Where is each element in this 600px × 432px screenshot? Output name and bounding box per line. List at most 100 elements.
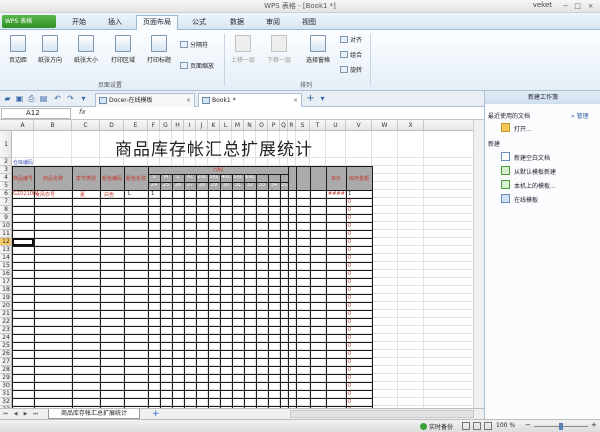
row-header-30[interactable]: 30 bbox=[0, 382, 11, 390]
zoom-in-icon[interactable]: + bbox=[591, 421, 597, 429]
page-break-view-icon[interactable] bbox=[484, 422, 492, 430]
column-header-c[interactable]: C bbox=[72, 120, 100, 130]
column-header-k[interactable]: K bbox=[208, 120, 220, 130]
column-header-t[interactable]: T bbox=[310, 120, 326, 130]
row-header-11[interactable]: 11 bbox=[0, 230, 11, 238]
row-header-31[interactable]: 31 bbox=[0, 390, 11, 398]
column-header-s[interactable]: S bbox=[296, 120, 310, 130]
paper-size-button[interactable]: 纸张大小 bbox=[70, 35, 102, 64]
print-area-button[interactable]: 打印区域 bbox=[107, 35, 139, 64]
save-icon[interactable]: ▣ bbox=[15, 94, 24, 103]
send-backward-button[interactable]: 下移一层 bbox=[264, 35, 294, 64]
column-header-g[interactable]: G bbox=[160, 120, 172, 130]
first-sheet-icon[interactable]: ⏮ bbox=[2, 411, 9, 418]
zoom-slider-thumb[interactable] bbox=[559, 423, 563, 430]
new-from-default-link[interactable]: 从默认模板新建 bbox=[514, 167, 556, 176]
menu-home[interactable]: 开始 bbox=[64, 16, 94, 30]
zoom-level[interactable]: 100 % bbox=[496, 422, 515, 429]
selected-cell-a12[interactable] bbox=[12, 238, 34, 246]
row-header-3[interactable]: 3 bbox=[0, 166, 11, 174]
menu-formulas[interactable]: 公式 bbox=[184, 16, 214, 30]
column-header-b[interactable]: B bbox=[34, 120, 72, 130]
column-header-u[interactable]: U bbox=[326, 120, 346, 130]
row-header-18[interactable]: 18 bbox=[0, 286, 11, 294]
row-header-16[interactable]: 16 bbox=[0, 270, 11, 278]
add-sheet-button[interactable]: + bbox=[152, 409, 160, 419]
column-header-w[interactable]: W bbox=[372, 120, 398, 130]
last-sheet-icon[interactable]: ⏭ bbox=[32, 411, 39, 418]
column-header-v[interactable]: V bbox=[346, 120, 372, 130]
close-window-button[interactable]: × bbox=[586, 2, 595, 10]
row-header-5[interactable]: 5 bbox=[0, 182, 11, 190]
row-header-32[interactable]: 32 bbox=[0, 398, 11, 406]
column-header-q[interactable]: Q bbox=[280, 120, 288, 130]
wps-app-button[interactable]: WPS 表格 bbox=[2, 15, 56, 28]
row-header-7[interactable]: 7 bbox=[0, 198, 11, 206]
vertical-scrollbar[interactable] bbox=[473, 120, 484, 408]
horizontal-scrollbar[interactable] bbox=[290, 410, 474, 418]
row-header-17[interactable]: 17 bbox=[0, 278, 11, 286]
menu-page-layout[interactable]: 页面布局 bbox=[136, 15, 178, 31]
column-header-l[interactable]: L bbox=[220, 120, 232, 130]
backup-label[interactable]: 实时备份 bbox=[429, 422, 453, 431]
column-header-n[interactable]: N bbox=[244, 120, 256, 130]
row-header-27[interactable]: 27 bbox=[0, 358, 11, 366]
row-header-25[interactable]: 25 bbox=[0, 342, 11, 350]
row-header-9[interactable]: 9 bbox=[0, 214, 11, 222]
next-sheet-icon[interactable]: ▶ bbox=[22, 411, 29, 418]
minimize-button[interactable]: − bbox=[561, 2, 570, 10]
maximize-button[interactable]: □ bbox=[573, 2, 582, 10]
row-header-26[interactable]: 26 bbox=[0, 350, 11, 358]
row-header-20[interactable]: 20 bbox=[0, 302, 11, 310]
row-header-2[interactable]: 2 bbox=[0, 158, 11, 166]
manage-link[interactable]: » 管理 bbox=[571, 111, 589, 120]
row-header-19[interactable]: 19 bbox=[0, 294, 11, 302]
column-header-f[interactable]: F bbox=[148, 120, 160, 130]
row-header-1[interactable]: 1 bbox=[0, 131, 11, 158]
print-icon[interactable]: ⎙ bbox=[27, 94, 36, 103]
fx-icon[interactable]: fx bbox=[79, 108, 86, 116]
row-header-14[interactable]: 14 bbox=[0, 254, 11, 262]
row-header-24[interactable]: 24 bbox=[0, 334, 11, 342]
rotate-button[interactable]: 旋转 bbox=[340, 65, 362, 74]
row-header-6[interactable]: 6 bbox=[0, 190, 11, 198]
menu-insert[interactable]: 插入 bbox=[100, 16, 130, 30]
column-header-o[interactable]: O bbox=[256, 120, 268, 130]
spreadsheet-grid[interactable]: 商品库存帐汇总扩展统计 仓库编码 商品编号 商品名称 季节类别 颜色编码 颜色名称 尺码 单价… bbox=[12, 131, 473, 408]
new-tab-icon[interactable]: + bbox=[306, 94, 315, 104]
column-header-r[interactable]: R bbox=[288, 120, 296, 130]
row-header-23[interactable]: 23 bbox=[0, 326, 11, 334]
row-header-28[interactable]: 28 bbox=[0, 366, 11, 374]
margins-button[interactable]: 页边距 bbox=[4, 35, 32, 64]
open-link[interactable]: 打开... bbox=[514, 124, 532, 133]
local-templates-link[interactable]: 本机上的模板... bbox=[514, 181, 556, 190]
menu-data[interactable]: 数据 bbox=[222, 16, 252, 30]
orientation-button[interactable]: 纸张方向 bbox=[34, 35, 66, 64]
name-box[interactable]: A12 bbox=[1, 108, 71, 119]
print-titles-button[interactable]: 打印标题 bbox=[142, 35, 176, 64]
column-header-a[interactable]: A bbox=[12, 120, 34, 130]
page-break-button[interactable]: 分隔符 bbox=[180, 40, 208, 49]
sheet-tab-active[interactable]: 商品库存帐汇总扩展统计 bbox=[48, 409, 140, 419]
column-header-m[interactable]: M bbox=[232, 120, 244, 130]
page-zoom-button[interactable]: 页面缩放 bbox=[180, 61, 214, 70]
row-header-15[interactable]: 15 bbox=[0, 262, 11, 270]
selection-pane-button[interactable]: 选择窗格 bbox=[302, 35, 334, 64]
zoom-out-icon[interactable]: − bbox=[525, 422, 531, 429]
column-header-e[interactable]: E bbox=[124, 120, 148, 130]
tab-menu-arrow-icon[interactable]: ▾ bbox=[318, 94, 327, 103]
open-folder-icon[interactable]: ▰ bbox=[3, 94, 12, 103]
align-button[interactable]: 对齐 bbox=[340, 35, 362, 44]
row-header-12[interactable]: 12 bbox=[0, 238, 11, 246]
prev-sheet-icon[interactable]: ◀ bbox=[12, 411, 19, 418]
close-tab-icon[interactable]: × bbox=[293, 94, 298, 107]
row-header-4[interactable]: 4 bbox=[0, 174, 11, 182]
new-blank-link[interactable]: 新建空白文档 bbox=[514, 153, 550, 162]
group-button[interactable]: 组合 bbox=[340, 50, 362, 59]
normal-view-icon[interactable] bbox=[462, 422, 470, 430]
row-header-13[interactable]: 13 bbox=[0, 246, 11, 254]
page-view-icon[interactable] bbox=[473, 422, 481, 430]
row-header-22[interactable]: 22 bbox=[0, 318, 11, 326]
dropdown-arrow-icon[interactable]: ▾ bbox=[79, 94, 88, 103]
online-templates-link[interactable]: 在线模板 bbox=[514, 195, 538, 204]
